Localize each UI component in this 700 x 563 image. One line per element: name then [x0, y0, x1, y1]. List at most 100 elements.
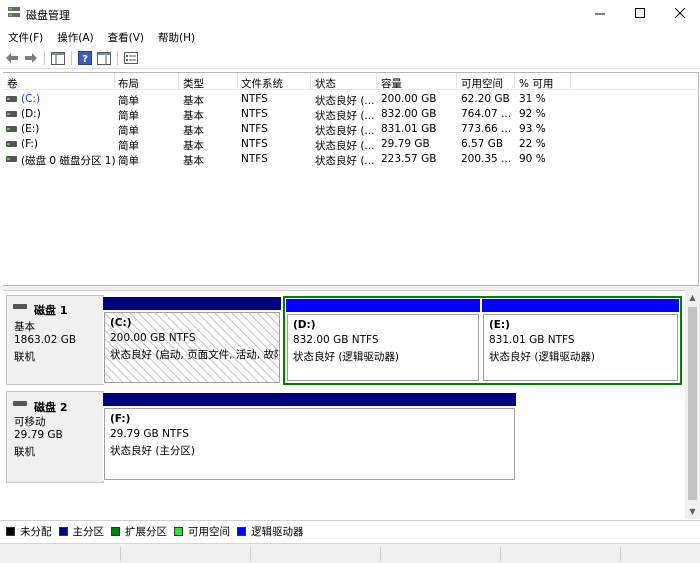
volume-status: 状态良好 (...	[315, 155, 375, 167]
action-pane-icon	[97, 51, 111, 65]
volume-filesystem: NTFS	[241, 108, 268, 120]
volume-percent-free: 90 %	[519, 153, 546, 165]
column-divider[interactable]	[514, 73, 515, 90]
minimize-button[interactable]	[580, 0, 620, 26]
volume-status: 状态良好 (...	[315, 140, 375, 152]
disk-type: 基本	[14, 321, 35, 333]
legend-swatch-logical	[237, 527, 246, 536]
column-header-layout[interactable]: 布局	[118, 76, 139, 91]
partition-body: (C:) 200.00 GB NTFS 状态良好 (启动, 页面文件, 活动, …	[104, 312, 280, 383]
legend-item: 可用空间	[174, 524, 230, 539]
volume-row[interactable]: (D:) 简单 基本 NTFS 状态良好 (... 832.00 GB 764.…	[3, 107, 699, 122]
column-divider[interactable]	[178, 73, 179, 90]
volume-free-space: 200.35 ...	[461, 153, 512, 165]
column-divider[interactable]	[237, 73, 238, 90]
volume-layout: 简单	[118, 155, 139, 167]
legend-label: 主分区	[72, 526, 105, 538]
properties-button[interactable]	[123, 50, 139, 66]
volume-type: 基本	[183, 155, 204, 167]
window-title: 磁盘管理	[26, 9, 70, 22]
column-header-percent-free[interactable]: % 可用	[519, 76, 553, 91]
column-header-capacity[interactable]: 容量	[381, 76, 402, 91]
minimize-icon	[594, 13, 605, 14]
volume-list: 卷 布局 类型 文件系统 状态 容量 可用空间 % 可用 (C:) 简单 基本 …	[3, 72, 699, 286]
status-bar-divider	[620, 547, 621, 561]
logical-drive-bar	[482, 299, 679, 312]
back-button[interactable]	[4, 50, 20, 66]
partition-body: (D:) 832.00 GB NTFS 状态良好 (逻辑驱动器)	[287, 314, 479, 381]
status-bar-divider	[500, 547, 501, 561]
toolbar-separator	[117, 51, 118, 65]
properties-icon	[124, 52, 138, 64]
partition-label: (F:)	[110, 413, 131, 425]
forward-button[interactable]	[23, 50, 39, 66]
column-header-type[interactable]: 类型	[183, 76, 204, 91]
status-bar-divider	[120, 547, 121, 561]
volume-type: 基本	[183, 140, 204, 152]
scrollbar-thumb[interactable]	[688, 307, 697, 500]
partition-status: 状态良好 (启动, 页面文件, 活动, 故障	[110, 349, 278, 361]
column-header-volume[interactable]: 卷	[7, 76, 18, 91]
column-divider[interactable]	[376, 73, 377, 90]
status-bar	[0, 543, 700, 563]
forward-arrow-icon	[25, 53, 37, 63]
disk-state: 联机	[14, 351, 35, 363]
volume-filesystem: NTFS	[241, 153, 268, 165]
legend-label: 扩展分区	[125, 526, 167, 538]
menu-action[interactable]: 操作(A)	[49, 28, 99, 46]
volume-row[interactable]: (E:) 简单 基本 NTFS 状态良好 (... 831.01 GB 773.…	[3, 122, 699, 137]
disk-management-app-icon	[8, 7, 20, 17]
column-divider[interactable]	[456, 73, 457, 90]
menu-view[interactable]: 查看(V)	[100, 28, 150, 46]
menu-help[interactable]: 帮助(H)	[150, 28, 201, 46]
volume-filesystem: NTFS	[241, 138, 268, 150]
disk-1-label[interactable]: 磁盘 1 基本 1863.02 GB 联机	[6, 295, 104, 385]
disk-size: 29.79 GB	[14, 429, 63, 441]
column-divider[interactable]	[114, 73, 115, 90]
back-arrow-icon	[6, 53, 18, 63]
volume-percent-free: 92 %	[519, 108, 546, 120]
partition-c[interactable]: (C:) 200.00 GB NTFS 状态良好 (启动, 页面文件, 活动, …	[103, 297, 281, 384]
volume-name: (C:)	[21, 93, 41, 105]
volume-type: 基本	[183, 125, 204, 137]
disk-2-label[interactable]: 磁盘 2 可移动 29.79 GB 联机	[6, 391, 104, 483]
scroll-up-arrow-icon[interactable]: ▲	[688, 293, 697, 302]
maximize-icon	[634, 7, 645, 18]
volume-percent-free: 31 %	[519, 93, 546, 105]
legend-swatch-unallocated	[6, 527, 15, 536]
partition-d[interactable]: (D:) 832.00 GB NTFS 状态良好 (逻辑驱动器)	[286, 299, 480, 382]
scroll-down-arrow-icon[interactable]: ▼	[688, 507, 697, 516]
partition-size: 831.01 GB NTFS	[489, 334, 575, 346]
column-divider[interactable]	[310, 73, 311, 90]
volume-filesystem: NTFS	[241, 93, 268, 105]
close-button[interactable]	[660, 0, 700, 26]
show-hide-console-tree-button[interactable]	[50, 50, 66, 66]
partition-e[interactable]: (E:) 831.01 GB NTFS 状态良好 (逻辑驱动器)	[482, 299, 679, 382]
show-hide-action-pane-button[interactable]	[96, 50, 112, 66]
column-header-status[interactable]: 状态	[315, 76, 336, 91]
legend-item: 逻辑驱动器	[237, 524, 304, 539]
partition-f[interactable]: (F:) 29.79 GB NTFS 状态良好 (主分区)	[103, 393, 516, 481]
menu-file[interactable]: 文件(F)	[0, 28, 49, 46]
volume-list-header: 卷 布局 类型 文件系统 状态 容量 可用空间 % 可用	[3, 73, 699, 90]
disk-type: 可移动	[14, 416, 46, 428]
partition-body: (F:) 29.79 GB NTFS 状态良好 (主分区)	[104, 408, 515, 480]
volume-row[interactable]: (C:) 简单 基本 NTFS 状态良好 (... 200.00 GB 62.2…	[3, 92, 699, 107]
column-header-free-space[interactable]: 可用空间	[461, 76, 503, 91]
volume-percent-free: 93 %	[519, 123, 546, 135]
help-button[interactable]: ?	[77, 50, 93, 66]
volume-percent-free: 22 %	[519, 138, 546, 150]
svg-text:?: ?	[82, 54, 88, 65]
volume-row[interactable]: (磁盘 0 磁盘分区 1) 简单 基本 NTFS 状态良好 (... 223.5…	[3, 152, 699, 167]
volume-row[interactable]: (F:) 简单 基本 NTFS 状态良好 (... 29.79 GB 6.57 …	[3, 137, 699, 152]
toolbar-separator	[71, 51, 72, 65]
legend-label: 可用空间	[188, 526, 230, 538]
vertical-scrollbar[interactable]: ▲ ▼	[685, 290, 700, 519]
column-header-filesystem[interactable]: 文件系统	[241, 76, 283, 91]
volume-free-space: 773.66 ...	[461, 123, 512, 135]
column-divider[interactable]	[570, 73, 571, 90]
volume-filesystem: NTFS	[241, 123, 268, 135]
volume-capacity: 832.00 GB	[381, 108, 437, 120]
maximize-button[interactable]	[620, 0, 660, 26]
volume-name: (E:)	[21, 123, 40, 135]
